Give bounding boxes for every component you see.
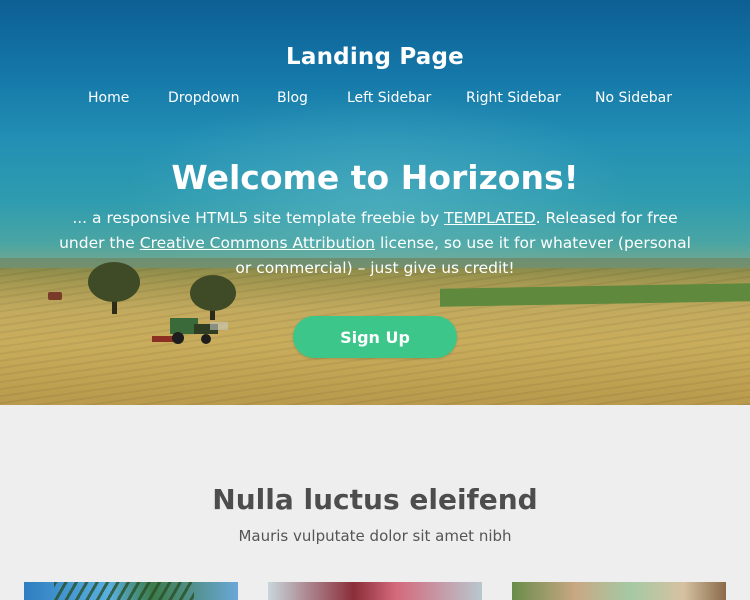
hero-banner: Landing Page Home Dropdown Blog Left Sid… [0, 0, 750, 405]
nav-item-left-sidebar[interactable]: Left Sidebar [347, 90, 431, 106]
section-subheading: Mauris vulputate dolor sit amet nibh [238, 527, 512, 545]
templated-link[interactable]: TEMPLATED [444, 209, 536, 227]
feature-image-palms[interactable] [24, 582, 238, 600]
nav-item-home[interactable]: Home [88, 90, 129, 106]
feature-image-flowers[interactable] [268, 582, 482, 600]
harvester-icon [152, 318, 228, 344]
nav-item-no-sidebar[interactable]: No Sidebar [595, 90, 672, 106]
red-vehicle [48, 292, 62, 300]
palm-fronds [54, 582, 194, 600]
creative-commons-link[interactable]: Creative Commons Attribution [140, 234, 375, 252]
nav-item-dropdown[interactable]: Dropdown [168, 90, 239, 106]
hero-description: ... a responsive HTML5 site template fre… [50, 206, 700, 281]
site-title[interactable]: Landing Page [0, 44, 750, 70]
hero-desc-text-1: ... a responsive HTML5 site template fre… [72, 209, 445, 227]
section-heading: Nulla luctus eleifend [212, 483, 538, 516]
sign-up-button[interactable]: Sign Up [293, 316, 457, 358]
hero-heading: Welcome to Horizons! [171, 158, 579, 197]
feature-image-plant[interactable] [512, 582, 726, 600]
nav-item-right-sidebar[interactable]: Right Sidebar [466, 90, 561, 106]
nav-item-blog[interactable]: Blog [277, 90, 308, 106]
